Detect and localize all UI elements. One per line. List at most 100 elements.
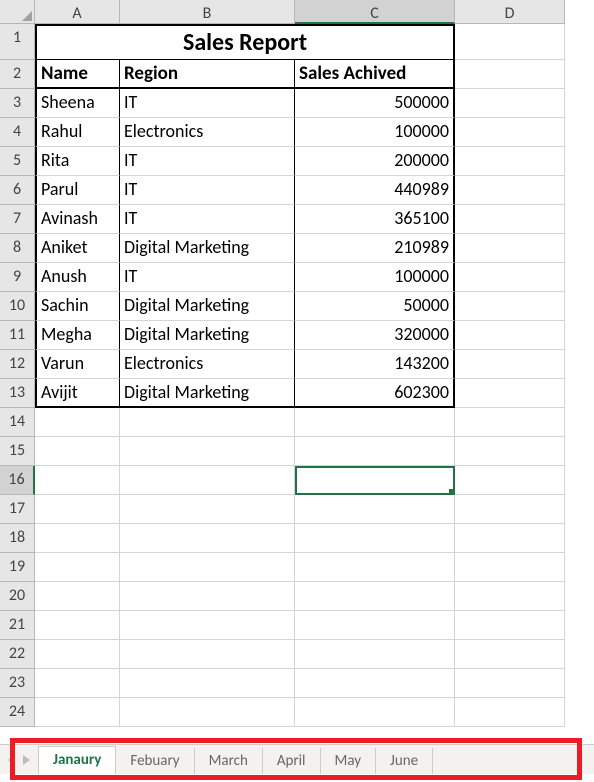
tab-june[interactable]: June — [376, 748, 433, 774]
row-header-17[interactable]: 17 — [0, 495, 35, 524]
cell-a7[interactable]: Avinash — [35, 205, 120, 234]
cell-d8[interactable] — [455, 234, 565, 263]
tab-february[interactable]: Febuary — [116, 748, 194, 774]
row-header-1[interactable]: 1 — [0, 24, 35, 60]
cell-a12[interactable]: Varun — [35, 350, 120, 379]
cell-d16[interactable] — [455, 466, 565, 495]
cell-c12[interactable]: 143200 — [295, 350, 455, 379]
cell-d2[interactable] — [455, 60, 565, 89]
cell-a17[interactable] — [35, 495, 120, 524]
cell-b10[interactable]: Digital Marketing — [120, 292, 295, 321]
col-header-d[interactable]: D — [455, 0, 565, 24]
cell-b5[interactable]: IT — [120, 147, 295, 176]
tab-nav-next-icon[interactable] — [23, 755, 30, 765]
cell-c20[interactable] — [295, 582, 455, 611]
cell-d17[interactable] — [455, 495, 565, 524]
cell-d15[interactable] — [455, 437, 565, 466]
cell-d6[interactable] — [455, 176, 565, 205]
cell-c8[interactable]: 210989 — [295, 234, 455, 263]
cell-b6[interactable]: IT — [120, 176, 295, 205]
cell-d1[interactable] — [455, 24, 565, 60]
row-header-10[interactable]: 10 — [0, 292, 35, 321]
cell-d12[interactable] — [455, 350, 565, 379]
cell-b22[interactable] — [120, 640, 295, 669]
spreadsheet-grid[interactable]: A B C D 1 Sales Report 2 Name Region Sal… — [0, 0, 594, 756]
cell-c5[interactable]: 200000 — [295, 147, 455, 176]
header-region[interactable]: Region — [120, 60, 295, 89]
cell-b17[interactable] — [120, 495, 295, 524]
cell-d21[interactable] — [455, 611, 565, 640]
cell-a20[interactable] — [35, 582, 120, 611]
cell-b21[interactable] — [120, 611, 295, 640]
cell-c10[interactable]: 50000 — [295, 292, 455, 321]
cell-c21[interactable] — [295, 611, 455, 640]
cell-a23[interactable] — [35, 669, 120, 698]
cell-c17[interactable] — [295, 495, 455, 524]
cell-d14[interactable] — [455, 408, 565, 437]
tab-april[interactable]: April — [263, 748, 321, 774]
cell-d22[interactable] — [455, 640, 565, 669]
cell-d13[interactable] — [455, 379, 565, 408]
tab-may[interactable]: May — [321, 748, 377, 774]
cell-b11[interactable]: Digital Marketing — [120, 321, 295, 350]
cell-a18[interactable] — [35, 524, 120, 553]
cell-c18[interactable] — [295, 524, 455, 553]
cell-a8[interactable]: Aniket — [35, 234, 120, 263]
cell-a16[interactable] — [35, 466, 120, 495]
header-sales[interactable]: Sales Achived — [295, 60, 455, 89]
cell-d7[interactable] — [455, 205, 565, 234]
cell-a5[interactable]: Rita — [35, 147, 120, 176]
row-header-18[interactable]: 18 — [0, 524, 35, 553]
row-header-12[interactable]: 12 — [0, 350, 35, 379]
row-header-6[interactable]: 6 — [0, 176, 35, 205]
cell-b14[interactable] — [120, 408, 295, 437]
col-header-c[interactable]: C — [295, 0, 455, 24]
col-header-a[interactable]: A — [35, 0, 120, 24]
tab-march[interactable]: March — [195, 748, 263, 774]
title-cell[interactable]: Sales Report — [35, 24, 455, 60]
cell-b4[interactable]: Electronics — [120, 118, 295, 147]
cell-c4[interactable]: 100000 — [295, 118, 455, 147]
cell-a3[interactable]: Sheena — [35, 89, 120, 118]
cell-a21[interactable] — [35, 611, 120, 640]
cell-d11[interactable] — [455, 321, 565, 350]
cell-a4[interactable]: Rahul — [35, 118, 120, 147]
cell-c11[interactable]: 320000 — [295, 321, 455, 350]
tab-january[interactable]: Janaury — [38, 746, 116, 775]
tab-nav-prev-icon[interactable] — [8, 755, 15, 765]
cell-c14[interactable] — [295, 408, 455, 437]
cell-a22[interactable] — [35, 640, 120, 669]
cell-d18[interactable] — [455, 524, 565, 553]
cell-c15[interactable] — [295, 437, 455, 466]
cell-a11[interactable]: Megha — [35, 321, 120, 350]
cell-d19[interactable] — [455, 553, 565, 582]
cell-a13[interactable]: Avijit — [35, 379, 120, 408]
cell-d23[interactable] — [455, 669, 565, 698]
col-header-b[interactable]: B — [120, 0, 295, 24]
row-header-4[interactable]: 4 — [0, 118, 35, 147]
cell-c19[interactable] — [295, 553, 455, 582]
row-header-23[interactable]: 23 — [0, 669, 35, 698]
cell-d4[interactable] — [455, 118, 565, 147]
row-header-13[interactable]: 13 — [0, 379, 35, 408]
header-name[interactable]: Name — [35, 60, 120, 89]
cell-b7[interactable]: IT — [120, 205, 295, 234]
row-header-7[interactable]: 7 — [0, 205, 35, 234]
row-header-15[interactable]: 15 — [0, 437, 35, 466]
select-all-corner[interactable] — [0, 0, 35, 24]
cell-b24[interactable] — [120, 698, 295, 727]
cell-b16[interactable] — [120, 466, 295, 495]
cell-b12[interactable]: Electronics — [120, 350, 295, 379]
cell-b18[interactable] — [120, 524, 295, 553]
cell-c23[interactable] — [295, 669, 455, 698]
row-header-22[interactable]: 22 — [0, 640, 35, 669]
row-header-3[interactable]: 3 — [0, 89, 35, 118]
cell-b13[interactable]: Digital Marketing — [120, 379, 295, 408]
cell-a14[interactable] — [35, 408, 120, 437]
cell-b8[interactable]: Digital Marketing — [120, 234, 295, 263]
cell-d10[interactable] — [455, 292, 565, 321]
row-header-14[interactable]: 14 — [0, 408, 35, 437]
row-header-16[interactable]: 16 — [0, 466, 35, 495]
row-header-21[interactable]: 21 — [0, 611, 35, 640]
row-header-5[interactable]: 5 — [0, 147, 35, 176]
